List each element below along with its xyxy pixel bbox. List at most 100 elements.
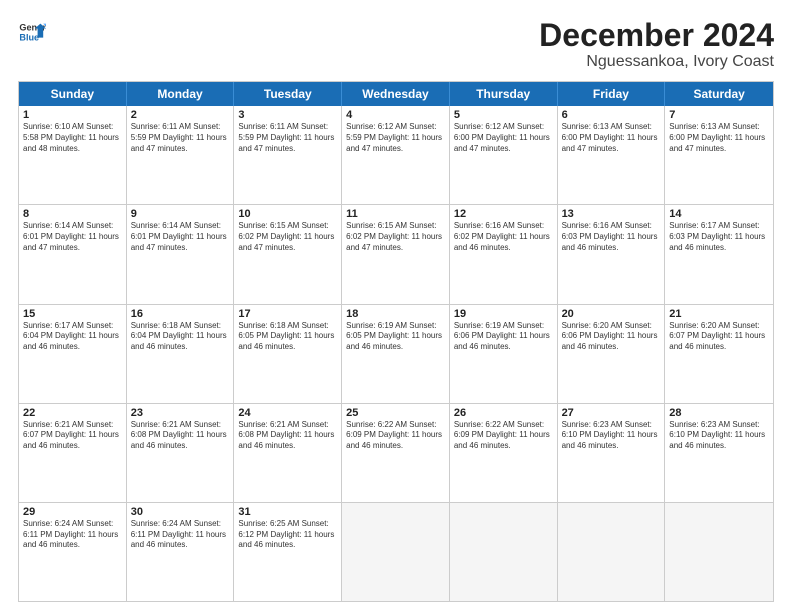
dow-wednesday: Wednesday: [342, 82, 450, 106]
calendar-cell: 8Sunrise: 6:14 AM Sunset: 6:01 PM Daylig…: [19, 205, 127, 303]
day-number: 9: [131, 208, 230, 220]
day-number: 13: [562, 208, 661, 220]
day-info: Sunrise: 6:23 AM Sunset: 6:10 PM Dayligh…: [562, 420, 661, 452]
svg-text:Blue: Blue: [19, 32, 39, 42]
day-number: 21: [669, 308, 769, 320]
calendar-week-3: 15Sunrise: 6:17 AM Sunset: 6:04 PM Dayli…: [19, 304, 773, 403]
calendar-cell: 29Sunrise: 6:24 AM Sunset: 6:11 PM Dayli…: [19, 503, 127, 601]
day-number: 14: [669, 208, 769, 220]
calendar-cell: [558, 503, 666, 601]
day-number: 16: [131, 308, 230, 320]
day-info: Sunrise: 6:13 AM Sunset: 6:00 PM Dayligh…: [562, 122, 661, 154]
page-subtitle: Nguessankoa, Ivory Coast: [539, 53, 774, 71]
calendar-cell: 31Sunrise: 6:25 AM Sunset: 6:12 PM Dayli…: [234, 503, 342, 601]
calendar: Sunday Monday Tuesday Wednesday Thursday…: [18, 81, 774, 602]
calendar-cell: 21Sunrise: 6:20 AM Sunset: 6:07 PM Dayli…: [665, 305, 773, 403]
calendar-cell: 5Sunrise: 6:12 AM Sunset: 6:00 PM Daylig…: [450, 106, 558, 204]
day-number: 22: [23, 407, 122, 419]
day-info: Sunrise: 6:17 AM Sunset: 6:04 PM Dayligh…: [23, 321, 122, 353]
calendar-cell: 28Sunrise: 6:23 AM Sunset: 6:10 PM Dayli…: [665, 404, 773, 502]
day-number: 19: [454, 308, 553, 320]
calendar-week-2: 8Sunrise: 6:14 AM Sunset: 6:01 PM Daylig…: [19, 204, 773, 303]
calendar-cell: 7Sunrise: 6:13 AM Sunset: 6:00 PM Daylig…: [665, 106, 773, 204]
day-info: Sunrise: 6:11 AM Sunset: 5:59 PM Dayligh…: [238, 122, 337, 154]
day-info: Sunrise: 6:23 AM Sunset: 6:10 PM Dayligh…: [669, 420, 769, 452]
calendar-cell: 9Sunrise: 6:14 AM Sunset: 6:01 PM Daylig…: [127, 205, 235, 303]
dow-thursday: Thursday: [450, 82, 558, 106]
logo: General Blue: [18, 18, 46, 46]
day-number: 28: [669, 407, 769, 419]
calendar-cell: 6Sunrise: 6:13 AM Sunset: 6:00 PM Daylig…: [558, 106, 666, 204]
day-number: 25: [346, 407, 445, 419]
calendar-cell: 2Sunrise: 6:11 AM Sunset: 5:59 PM Daylig…: [127, 106, 235, 204]
calendar-cell: 20Sunrise: 6:20 AM Sunset: 6:06 PM Dayli…: [558, 305, 666, 403]
day-info: Sunrise: 6:13 AM Sunset: 6:00 PM Dayligh…: [669, 122, 769, 154]
calendar-cell: [342, 503, 450, 601]
day-number: 7: [669, 109, 769, 121]
day-info: Sunrise: 6:21 AM Sunset: 6:08 PM Dayligh…: [238, 420, 337, 452]
calendar-cell: 10Sunrise: 6:15 AM Sunset: 6:02 PM Dayli…: [234, 205, 342, 303]
dow-friday: Friday: [558, 82, 666, 106]
day-info: Sunrise: 6:19 AM Sunset: 6:06 PM Dayligh…: [454, 321, 553, 353]
day-number: 23: [131, 407, 230, 419]
calendar-cell: 14Sunrise: 6:17 AM Sunset: 6:03 PM Dayli…: [665, 205, 773, 303]
calendar-cell: 3Sunrise: 6:11 AM Sunset: 5:59 PM Daylig…: [234, 106, 342, 204]
day-number: 5: [454, 109, 553, 121]
calendar-cell: 4Sunrise: 6:12 AM Sunset: 5:59 PM Daylig…: [342, 106, 450, 204]
day-number: 18: [346, 308, 445, 320]
day-number: 1: [23, 109, 122, 121]
day-info: Sunrise: 6:18 AM Sunset: 6:05 PM Dayligh…: [238, 321, 337, 353]
day-number: 17: [238, 308, 337, 320]
day-info: Sunrise: 6:12 AM Sunset: 6:00 PM Dayligh…: [454, 122, 553, 154]
day-info: Sunrise: 6:21 AM Sunset: 6:07 PM Dayligh…: [23, 420, 122, 452]
day-info: Sunrise: 6:19 AM Sunset: 6:05 PM Dayligh…: [346, 321, 445, 353]
day-info: Sunrise: 6:14 AM Sunset: 6:01 PM Dayligh…: [131, 221, 230, 253]
day-number: 4: [346, 109, 445, 121]
day-number: 15: [23, 308, 122, 320]
title-block: December 2024 Nguessankoa, Ivory Coast: [539, 18, 774, 71]
dow-tuesday: Tuesday: [234, 82, 342, 106]
calendar-week-4: 22Sunrise: 6:21 AM Sunset: 6:07 PM Dayli…: [19, 403, 773, 502]
day-info: Sunrise: 6:20 AM Sunset: 6:06 PM Dayligh…: [562, 321, 661, 353]
day-info: Sunrise: 6:16 AM Sunset: 6:03 PM Dayligh…: [562, 221, 661, 253]
day-info: Sunrise: 6:12 AM Sunset: 5:59 PM Dayligh…: [346, 122, 445, 154]
calendar-cell: 18Sunrise: 6:19 AM Sunset: 6:05 PM Dayli…: [342, 305, 450, 403]
calendar-body: 1Sunrise: 6:10 AM Sunset: 5:58 PM Daylig…: [19, 106, 773, 601]
day-number: 10: [238, 208, 337, 220]
calendar-cell: 30Sunrise: 6:24 AM Sunset: 6:11 PM Dayli…: [127, 503, 235, 601]
calendar-cell: 1Sunrise: 6:10 AM Sunset: 5:58 PM Daylig…: [19, 106, 127, 204]
calendar-cell: 26Sunrise: 6:22 AM Sunset: 6:09 PM Dayli…: [450, 404, 558, 502]
calendar-cell: 17Sunrise: 6:18 AM Sunset: 6:05 PM Dayli…: [234, 305, 342, 403]
day-info: Sunrise: 6:24 AM Sunset: 6:11 PM Dayligh…: [131, 519, 230, 551]
calendar-cell: [450, 503, 558, 601]
dow-monday: Monday: [127, 82, 235, 106]
day-number: 3: [238, 109, 337, 121]
day-number: 31: [238, 506, 337, 518]
calendar-cell: 13Sunrise: 6:16 AM Sunset: 6:03 PM Dayli…: [558, 205, 666, 303]
calendar-cell: 23Sunrise: 6:21 AM Sunset: 6:08 PM Dayli…: [127, 404, 235, 502]
day-number: 11: [346, 208, 445, 220]
day-info: Sunrise: 6:15 AM Sunset: 6:02 PM Dayligh…: [346, 221, 445, 253]
calendar-cell: 19Sunrise: 6:19 AM Sunset: 6:06 PM Dayli…: [450, 305, 558, 403]
day-info: Sunrise: 6:17 AM Sunset: 6:03 PM Dayligh…: [669, 221, 769, 253]
day-info: Sunrise: 6:10 AM Sunset: 5:58 PM Dayligh…: [23, 122, 122, 154]
day-number: 2: [131, 109, 230, 121]
page: General Blue December 2024 Nguessankoa, …: [0, 0, 792, 612]
page-title: December 2024: [539, 18, 774, 53]
dow-saturday: Saturday: [665, 82, 773, 106]
calendar-cell: 15Sunrise: 6:17 AM Sunset: 6:04 PM Dayli…: [19, 305, 127, 403]
day-info: Sunrise: 6:16 AM Sunset: 6:02 PM Dayligh…: [454, 221, 553, 253]
day-info: Sunrise: 6:18 AM Sunset: 6:04 PM Dayligh…: [131, 321, 230, 353]
calendar-week-1: 1Sunrise: 6:10 AM Sunset: 5:58 PM Daylig…: [19, 106, 773, 204]
dow-sunday: Sunday: [19, 82, 127, 106]
calendar-cell: 12Sunrise: 6:16 AM Sunset: 6:02 PM Dayli…: [450, 205, 558, 303]
day-info: Sunrise: 6:25 AM Sunset: 6:12 PM Dayligh…: [238, 519, 337, 551]
calendar-cell: 27Sunrise: 6:23 AM Sunset: 6:10 PM Dayli…: [558, 404, 666, 502]
day-number: 6: [562, 109, 661, 121]
calendar-week-5: 29Sunrise: 6:24 AM Sunset: 6:11 PM Dayli…: [19, 502, 773, 601]
logo-icon: General Blue: [18, 18, 46, 46]
day-number: 26: [454, 407, 553, 419]
day-number: 30: [131, 506, 230, 518]
day-info: Sunrise: 6:20 AM Sunset: 6:07 PM Dayligh…: [669, 321, 769, 353]
day-number: 20: [562, 308, 661, 320]
